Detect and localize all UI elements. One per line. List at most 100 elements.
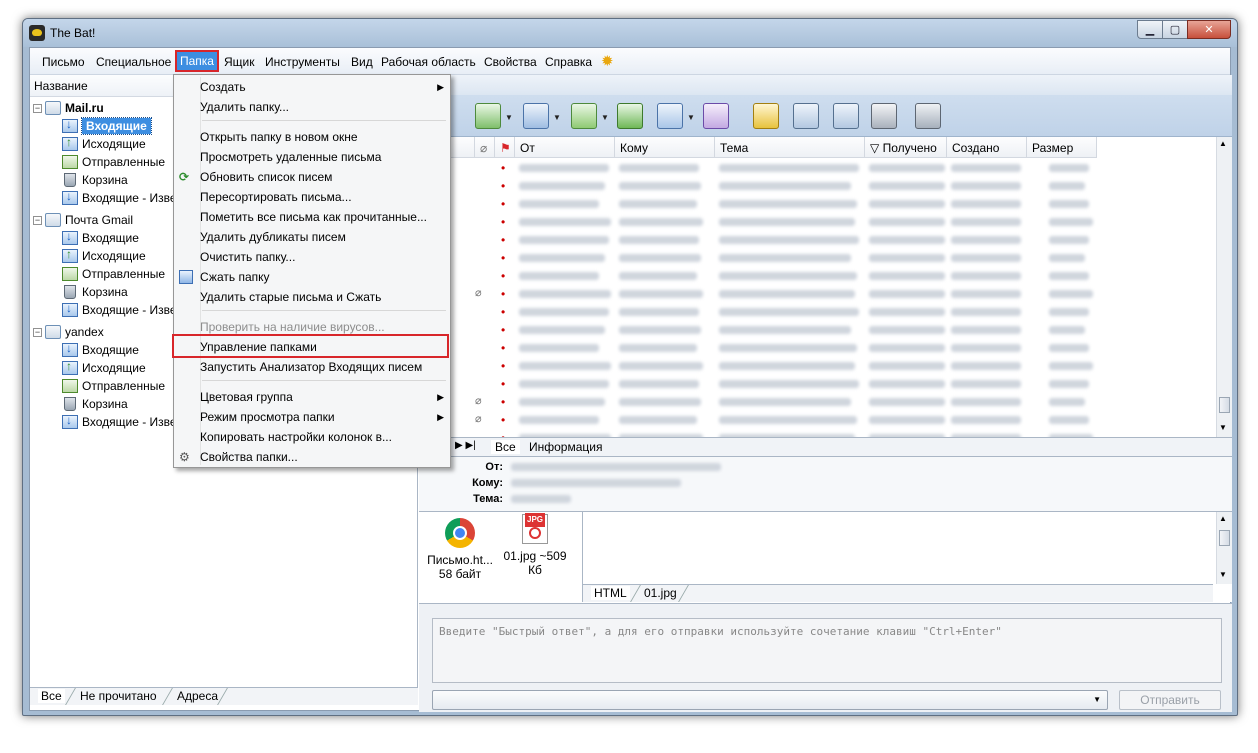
tab-addresses[interactable]: Адреса: [174, 689, 221, 703]
title-bar[interactable]: The Bat! ▁ ▢ ✕: [23, 19, 1237, 47]
collapse-icon[interactable]: −: [33, 327, 42, 337]
menu-remove-duplicates[interactable]: Удалить дубликаты писем: [200, 227, 446, 247]
folder-sent[interactable]: Отправленные: [62, 153, 165, 171]
nav-next-icon[interactable]: ▶ ▶|: [455, 440, 476, 451]
table-row[interactable]: • ⌀: [419, 393, 1209, 411]
table-row[interactable]: •: [419, 195, 1209, 213]
reply-template-select[interactable]: ▼: [432, 690, 1108, 710]
menu-inbox-analyzer[interactable]: Запустить Анализатор Входящих писем: [200, 357, 446, 377]
table-row[interactable]: •: [419, 231, 1209, 249]
menu-open-new-window[interactable]: Открыть папку в новом окне: [200, 127, 446, 147]
dropdown-icon[interactable]: ▼: [601, 113, 609, 122]
save-message-icon[interactable]: [833, 103, 859, 129]
col-subject[interactable]: Тема: [715, 137, 865, 158]
scroll-up-icon[interactable]: ▲: [1219, 139, 1227, 148]
folder-inbox[interactable]: Входящие: [62, 229, 139, 247]
chevron-down-icon[interactable]: ▼: [1093, 695, 1101, 704]
table-row[interactable]: •: [419, 213, 1209, 231]
folder-trash[interactable]: Корзина: [62, 171, 128, 189]
folder-trash[interactable]: Корзина: [62, 395, 128, 413]
reply-all-icon[interactable]: [617, 103, 643, 129]
tab-all[interactable]: Все: [38, 689, 65, 703]
sun-icon[interactable]: ✹: [601, 54, 614, 69]
table-row[interactable]: • ⌀: [419, 411, 1209, 429]
menu-clear-folder[interactable]: Очистить папку...: [200, 247, 446, 267]
menu-mark-read[interactable]: Пометить все письма как прочитанные...: [200, 207, 446, 227]
close-button[interactable]: ✕: [1187, 20, 1231, 39]
dropdown-icon[interactable]: ▼: [553, 113, 561, 122]
menu-yashchik[interactable]: Ящик: [224, 55, 255, 69]
delete-icon[interactable]: [915, 103, 941, 129]
reply-icon[interactable]: [571, 103, 597, 129]
table-row[interactable]: • ⌀: [419, 285, 1209, 303]
collapse-icon[interactable]: −: [33, 103, 42, 113]
menu-view-mode[interactable]: Режим просмотра папки ▶: [200, 407, 446, 427]
get-mail-icon[interactable]: [475, 103, 501, 129]
col-attach[interactable]: ⌀: [475, 137, 495, 158]
collapse-icon[interactable]: −: [33, 215, 42, 225]
folder-inbox[interactable]: Входящие: [62, 117, 152, 135]
col-size[interactable]: Размер: [1027, 137, 1097, 158]
tab-all-headers[interactable]: Все: [491, 440, 520, 454]
menu-view-deleted[interactable]: Просмотреть удаленные письма: [200, 147, 446, 167]
table-row[interactable]: •: [419, 357, 1209, 375]
folder-inbox-notify[interactable]: Входящие - Изве: [62, 301, 177, 319]
menu-tools[interactable]: Инструменты: [265, 55, 340, 69]
scroll-thumb[interactable]: [1219, 397, 1230, 413]
attachment-jpg[interactable]: JPG 01.jpg ~509 Кб: [499, 513, 571, 577]
menu-resort[interactable]: Пересортировать письма...: [200, 187, 446, 207]
account-mailru[interactable]: − Mail.ru: [33, 99, 104, 117]
dropdown-icon[interactable]: ▼: [505, 113, 513, 122]
tab-info[interactable]: Информация: [529, 440, 602, 454]
send-button[interactable]: Отправить: [1119, 690, 1221, 710]
col-flag[interactable]: ⚑: [495, 137, 515, 158]
table-row[interactable]: •: [419, 159, 1209, 177]
menu-compress[interactable]: Сжать папку: [200, 267, 446, 287]
tab-html[interactable]: HTML: [591, 586, 630, 600]
col-created[interactable]: Создано: [947, 137, 1027, 158]
col-received[interactable]: ▽ Получено: [865, 137, 947, 158]
col-from[interactable]: От: [515, 137, 615, 158]
menu-color-group[interactable]: Цветовая группа ▶: [200, 387, 446, 407]
table-row[interactable]: •: [419, 177, 1209, 195]
account-gmail[interactable]: − Почта Gmail: [33, 211, 133, 229]
menu-delete-old-compress[interactable]: Удалить старые письма и Сжать: [200, 287, 446, 307]
folder-trash[interactable]: Корзина: [62, 283, 128, 301]
tab-jpg[interactable]: 01.jpg: [641, 586, 680, 600]
table-row[interactable]: •: [419, 339, 1209, 357]
menu-view[interactable]: Вид: [351, 55, 373, 69]
folder-sent[interactable]: Отправленные: [62, 265, 165, 283]
menu-create[interactable]: Создать ▶: [200, 77, 446, 97]
menu-properties[interactable]: Свойства: [484, 55, 537, 69]
quick-reply-input[interactable]: Введите "Быстрый ответ", а для его отпра…: [432, 618, 1222, 683]
scroll-thumb[interactable]: [1219, 530, 1230, 546]
menu-delete-folder[interactable]: Удалить папку...: [200, 97, 446, 117]
search-icon[interactable]: [793, 103, 819, 129]
account-yandex[interactable]: − yandex: [33, 323, 104, 341]
folder-inbox-notify[interactable]: Входящие - Изве: [62, 413, 177, 431]
menu-refresh-list[interactable]: Обновить список писем: [200, 167, 446, 187]
menu-copy-columns[interactable]: Копировать настройки колонок в...: [200, 427, 446, 447]
table-row[interactable]: •: [419, 303, 1209, 321]
minimize-button[interactable]: ▁: [1137, 20, 1163, 39]
scroll-up-icon[interactable]: ▲: [1219, 514, 1227, 523]
folder-outbox[interactable]: Исходящие: [62, 247, 146, 265]
address-book-icon[interactable]: [753, 103, 779, 129]
folder-outbox[interactable]: Исходящие: [62, 135, 146, 153]
tab-unread[interactable]: Не прочитано: [77, 689, 160, 703]
folder-inbox[interactable]: Входящие: [62, 341, 139, 359]
message-list-scrollbar[interactable]: ▲ ▼: [1216, 137, 1232, 437]
scroll-down-icon[interactable]: ▼: [1219, 423, 1227, 432]
forward-icon[interactable]: [657, 103, 683, 129]
attachment-html[interactable]: Письмо.ht... 58 байт: [423, 518, 497, 581]
menu-help[interactable]: Справка: [545, 55, 592, 69]
folder-inbox-notify[interactable]: Входящие - Изве: [62, 189, 177, 207]
menu-papka[interactable]: Папка: [175, 50, 219, 72]
table-row[interactable]: •: [419, 375, 1209, 393]
redirect-icon[interactable]: [703, 103, 729, 129]
table-row[interactable]: •: [419, 321, 1209, 339]
table-row[interactable]: •: [419, 249, 1209, 267]
viewer-scrollbar[interactable]: ▲ ▼: [1216, 512, 1232, 584]
col-to[interactable]: Кому: [615, 137, 715, 158]
table-row[interactable]: •: [419, 267, 1209, 285]
